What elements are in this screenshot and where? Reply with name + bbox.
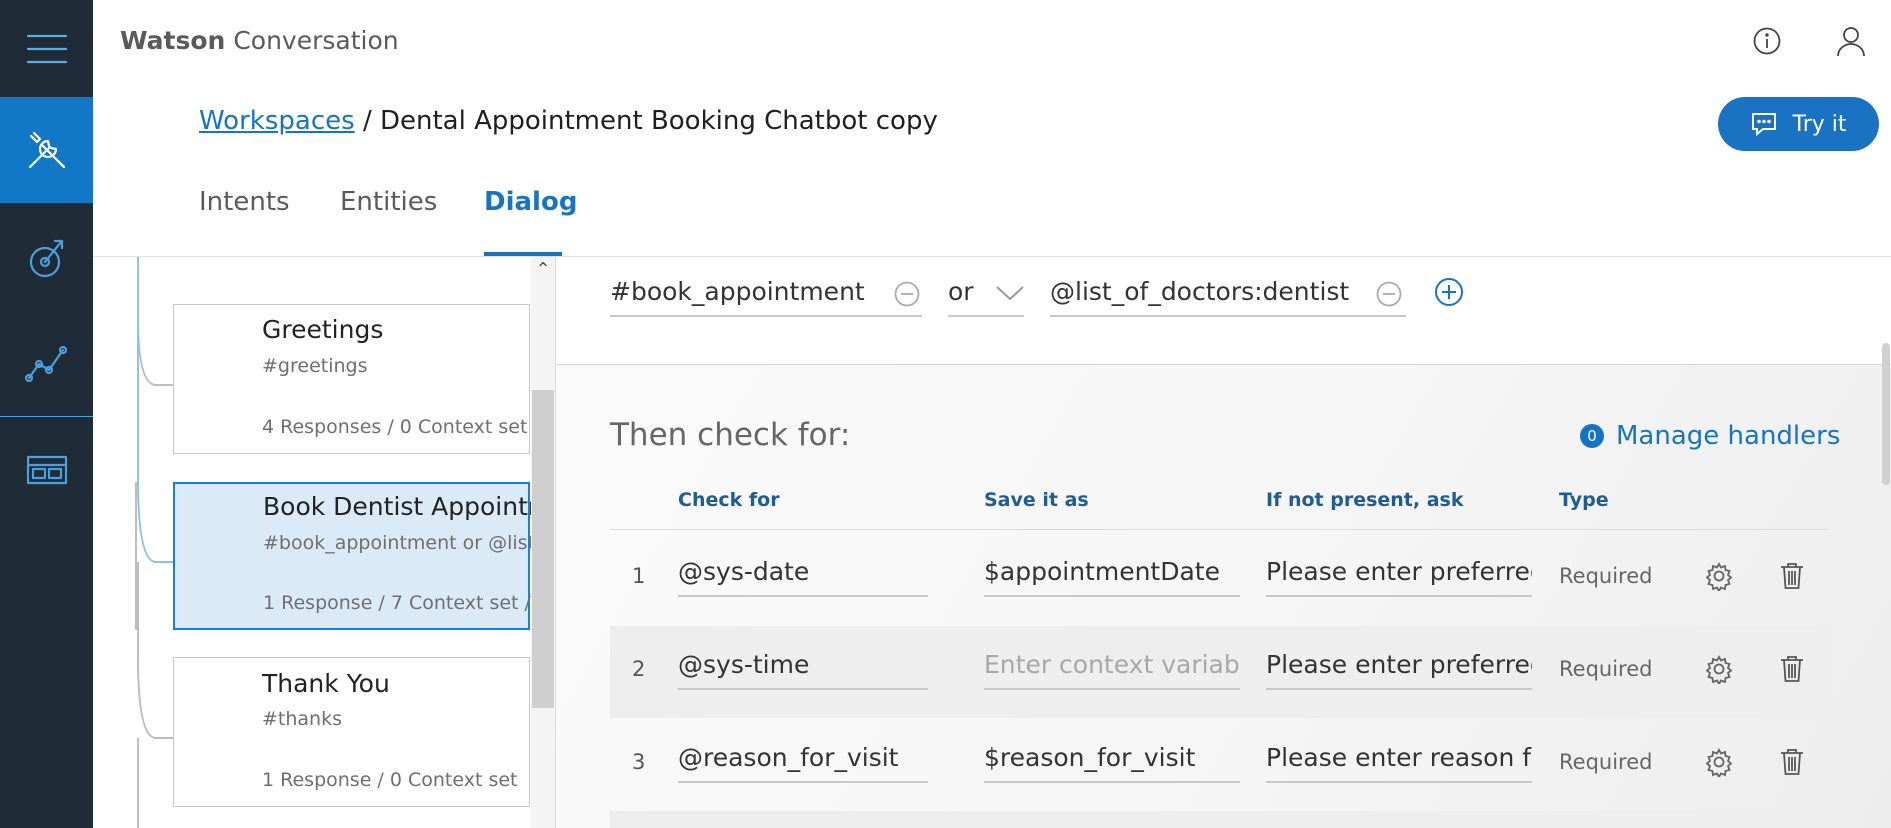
hamburger-menu-icon[interactable] (0, 0, 93, 97)
condition-area: #book_appointment or @list_of_doctors:de… (556, 257, 1891, 365)
trash-icon[interactable] (1778, 561, 1806, 591)
app-product: Conversation (233, 26, 399, 55)
scrollbar-thumb[interactable] (532, 390, 554, 708)
node-condition: #thanks (262, 708, 342, 730)
user-icon[interactable] (1834, 24, 1868, 58)
chevron-down-icon[interactable] (994, 283, 1026, 303)
add-condition-icon[interactable] (1432, 275, 1466, 309)
column-header-save-as: Save it as (984, 489, 1089, 511)
remove-condition-icon[interactable] (1376, 281, 1402, 307)
try-it-label: Try it (1792, 111, 1847, 137)
breadcrumb: Workspaces / Dental Appointment Booking … (199, 106, 938, 136)
trash-icon[interactable] (1778, 654, 1806, 684)
node-title: Book Dentist Appointment (263, 492, 555, 521)
try-it-button[interactable]: Try it (1718, 97, 1879, 151)
build-tools-icon[interactable] (0, 97, 93, 203)
table-row: 2 @sys-time Enter context variable Pleas… (610, 626, 1828, 718)
tab-entities[interactable]: Entities (340, 187, 437, 217)
table-row: 1 @sys-date $appointmentDate Please ente… (610, 533, 1828, 625)
column-header-type: Type (1559, 489, 1609, 511)
remove-condition-icon[interactable] (894, 281, 920, 307)
node-title: Greetings (262, 315, 384, 344)
editor-scrollbar[interactable] (1880, 257, 1891, 828)
dialog-node-book-dentist[interactable]: Book Dentist Appointment #book_appointme… (173, 482, 555, 630)
dialog-tree-panel: Greetings #greetings 4 Responses / 0 Con… (93, 257, 555, 828)
condition-input-1[interactable]: #book_appointment (610, 271, 922, 317)
slot-type-label[interactable]: Required (1559, 750, 1652, 774)
node-meta: 1 Response / 7 Context set / 7 Slots (263, 592, 555, 614)
deploy-icon[interactable] (0, 418, 93, 522)
manage-handlers-label: Manage handlers (1616, 421, 1841, 451)
row-number: 1 (632, 564, 646, 588)
tree-scrollbar[interactable]: ⌃ (531, 257, 555, 828)
save-as-input[interactable]: Enter context variable (984, 644, 1240, 690)
app-title: Watson Conversation (120, 26, 399, 55)
node-title: Thank You (262, 669, 390, 698)
prompt-input[interactable]: Please enter reason for visit (1266, 737, 1532, 783)
trash-icon[interactable] (1778, 747, 1806, 777)
gear-icon[interactable] (1704, 654, 1734, 686)
row-number: 3 (632, 750, 646, 774)
improve-icon[interactable] (0, 206, 93, 310)
handlers-count-badge: 0 (1580, 424, 1604, 448)
breadcrumb-separator: / (362, 106, 372, 136)
tab-intents[interactable]: Intents (199, 187, 290, 217)
check-for-input[interactable]: @sys-time (678, 644, 928, 690)
save-as-input[interactable]: $reason_for_visit (984, 737, 1240, 783)
breadcrumb-current: Dental Appointment Booking Chatbot copy (379, 106, 938, 136)
gear-icon[interactable] (1704, 561, 1734, 593)
left-nav-rail (0, 0, 93, 828)
scroll-up-arrow[interactable]: ⌃ (531, 259, 555, 280)
table-header-divider (610, 529, 1828, 530)
save-as-input[interactable]: $appointmentDate (984, 551, 1240, 597)
scrollbar-thumb[interactable] (1882, 343, 1890, 485)
node-meta: 1 Response / 0 Context set (262, 769, 518, 791)
slot-type-label[interactable]: Required (1559, 657, 1652, 681)
tab-dialog[interactable]: Dialog (484, 187, 577, 217)
column-header-check-for: Check for (678, 489, 780, 511)
check-for-input[interactable]: @sys-date (678, 551, 928, 597)
then-check-for-heading: Then check for: (610, 417, 851, 453)
prompt-input[interactable]: Please enter preferred time (1266, 644, 1532, 690)
gear-icon[interactable] (1704, 747, 1734, 779)
breadcrumb-workspaces-link[interactable]: Workspaces (199, 106, 355, 136)
node-editor-panel: #book_appointment or @list_of_doctors:de… (555, 257, 1891, 828)
dialog-node-greetings[interactable]: Greetings #greetings 4 Responses / 0 Con… (173, 304, 530, 454)
prompt-input[interactable]: Please enter preferred date (1266, 551, 1532, 597)
slot-type-label[interactable]: Required (1559, 564, 1652, 588)
row-number: 2 (632, 657, 646, 681)
rail-divider (0, 416, 93, 417)
node-condition: #book_appointment or @list_of_doctors:de… (263, 532, 555, 554)
table-row (610, 811, 1828, 828)
tree-connector-lines (135, 257, 173, 828)
condition-input-2[interactable]: @list_of_doctors:dentist (1050, 271, 1406, 317)
node-meta: 4 Responses / 0 Context set (262, 416, 528, 438)
check-for-input[interactable]: @reason_for_visit (678, 737, 928, 783)
node-condition: #greetings (262, 355, 368, 377)
info-icon[interactable] (1752, 26, 1782, 56)
column-header-ask: If not present, ask (1266, 489, 1464, 511)
dialog-node-thank-you[interactable]: Thank You #thanks 1 Response / 0 Context… (173, 657, 530, 807)
manage-handlers-link[interactable]: 0 Manage handlers (1580, 421, 1840, 451)
table-row: 3 @reason_for_visit $reason_for_visit Pl… (610, 719, 1828, 811)
app-brand: Watson (120, 26, 226, 55)
analytics-icon[interactable] (0, 312, 93, 416)
chat-icon (1752, 113, 1777, 137)
